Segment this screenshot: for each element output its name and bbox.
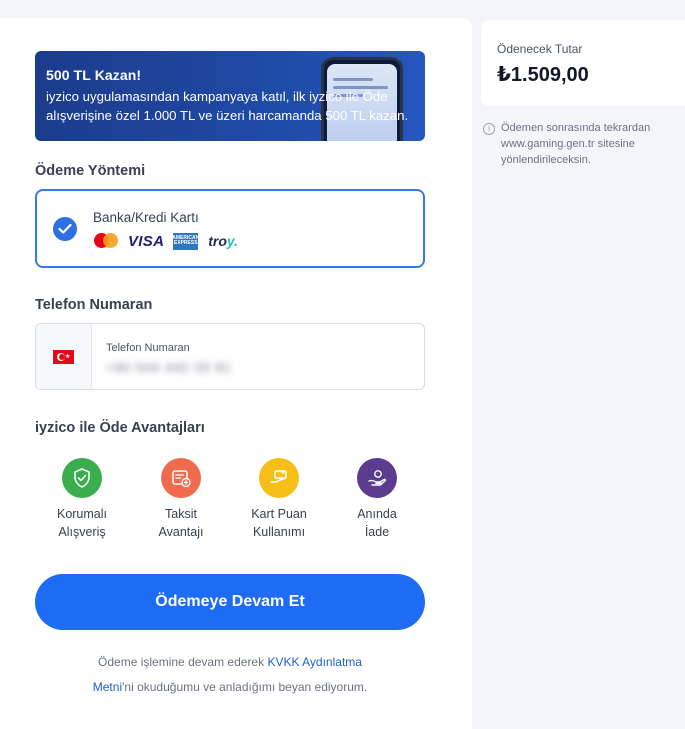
phone-number-field[interactable]: ★ Telefon Numaran +90 544 442 33 91 — [35, 323, 425, 390]
country-selector[interactable]: ★ — [36, 324, 92, 389]
amount-label: Ödenecek Tutar — [497, 42, 583, 56]
phone-section-title: Telefon Numaran — [35, 297, 153, 313]
advantage-installment: Taksit Avantajı — [141, 458, 221, 541]
kvkk-link[interactable]: KVKK Aydınlatma — [267, 655, 362, 669]
advantages-title: iyzico ile Öde Avantajları — [35, 420, 205, 436]
card-logos: VISA AMERICAN EXPRESS troy. — [93, 232, 238, 250]
amex-logo: AMERICAN EXPRESS — [172, 232, 199, 250]
turkey-flag-icon: ★ — [53, 350, 74, 364]
kvkk-consent-text: Ödeme işlemine devam ederek KVKK Aydınla… — [92, 655, 368, 694]
payment-summary: Ödenecek Tutar ₺1.509,00 — [481, 20, 685, 106]
card-points-icon — [259, 458, 299, 498]
kvkk-link-continued[interactable]: Metni — [93, 680, 122, 694]
installment-card-icon — [161, 458, 201, 498]
banner-title: 500 TL Kazan! — [46, 67, 142, 83]
campaign-banner[interactable]: 500 TL Kazan! iyzico uygulamasından kamp… — [35, 51, 425, 141]
info-icon: i — [483, 123, 495, 135]
payment-method-label: Banka/Kredi Kartı — [93, 210, 199, 225]
advantage-protected-shopping: Korumalı Alışveriş — [42, 458, 122, 541]
phone-input[interactable]: +90 544 442 33 91 — [106, 360, 232, 375]
visa-logo: VISA — [128, 232, 165, 250]
phone-field-label: Telefon Numaran — [106, 342, 190, 354]
shield-check-icon — [62, 458, 102, 498]
payment-method-title: Ödeme Yöntemi — [35, 163, 146, 179]
troy-logo: troy. — [208, 233, 239, 249]
payment-method-card-option[interactable]: Banka/Kredi Kartı VISA AMERICAN EXPRESS … — [35, 189, 425, 268]
banner-text: iyzico uygulamasından kampanyaya katıl, … — [46, 89, 409, 123]
selected-check-icon — [53, 217, 77, 241]
redirect-info-text: Ödemen sonrasında tekrardan www.gaming.g… — [501, 122, 651, 166]
advantage-instant-refund: Anında İade — [337, 458, 417, 541]
advantages-list: Korumalı Alışveriş Taksit Avantajı Kart Pu… — [35, 458, 425, 541]
instant-refund-icon — [357, 458, 397, 498]
amount-value: ₺1.509,00 — [497, 64, 589, 86]
advantage-card-points: Kart Puan Kullanımı — [239, 458, 319, 541]
mastercard-logo — [93, 232, 119, 250]
continue-payment-button[interactable]: Ödemeye Devam Et — [35, 574, 425, 630]
